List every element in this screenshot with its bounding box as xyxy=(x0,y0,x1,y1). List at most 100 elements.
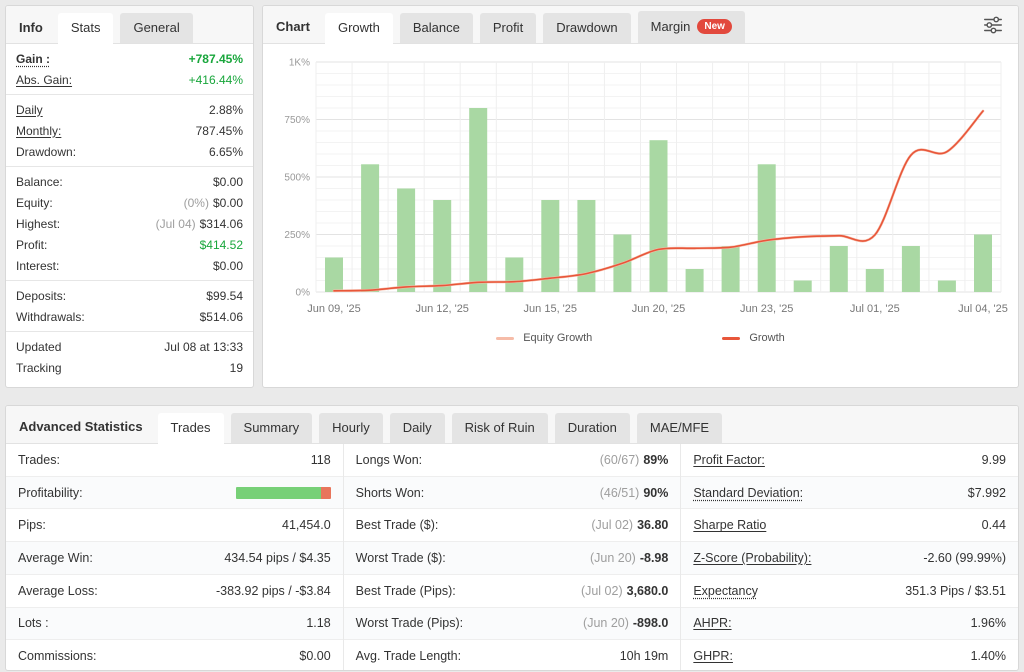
chart-bar[interactable] xyxy=(722,246,740,292)
stat-label-z-score-probability[interactable]: Z-Score (Probability): xyxy=(693,551,811,565)
chart-bar[interactable] xyxy=(974,235,992,293)
tab-duration-label: Duration xyxy=(568,421,617,434)
svg-text:Jun 12, '25: Jun 12, '25 xyxy=(415,303,468,315)
tab-daily-label: Daily xyxy=(403,421,432,434)
tab-balance[interactable]: Balance xyxy=(400,13,473,43)
tab-hourly-label: Hourly xyxy=(332,421,370,434)
chart-legend: Equity Growth Growth xyxy=(270,332,1011,344)
stat-label-daily[interactable]: Daily xyxy=(16,103,43,117)
svg-text:Jun 23, '25: Jun 23, '25 xyxy=(740,303,793,315)
stat-row-avg-trade-length: Avg. Trade Length:10h 19m xyxy=(344,639,681,671)
legend-growth[interactable]: Growth xyxy=(722,332,784,344)
stat-row-trades: Trades:118 xyxy=(6,444,343,476)
chart-bar[interactable] xyxy=(866,269,884,292)
svg-text:750%: 750% xyxy=(284,115,310,126)
stat-row-lots: Lots :1.18 xyxy=(6,607,343,640)
tab-summary[interactable]: Summary xyxy=(231,413,313,443)
growth-swatch xyxy=(722,337,740,340)
stat-value-z-score-probability: -2.60 (99.99%) xyxy=(923,551,1006,565)
stat-label-equity: Equity: xyxy=(16,196,53,210)
stat-label-pips: Pips: xyxy=(18,518,46,532)
tab-info[interactable]: Info xyxy=(14,13,51,43)
growth-chart[interactable]: 0%250%500%750%1K%Jun 09, '25Jun 12, '25J… xyxy=(270,49,1011,325)
stat-label-ahpr[interactable]: AHPR: xyxy=(693,616,731,630)
stat-label-updated: Updated xyxy=(16,340,61,354)
stat-row-commissions: Commissions:$0.00 xyxy=(6,639,343,671)
stat-value-worst-trade: (Jun 20)-8.98 xyxy=(590,551,668,565)
tab-drawdown[interactable]: Drawdown xyxy=(543,13,630,43)
stat-label-abs-gain[interactable]: Abs. Gain: xyxy=(16,73,72,87)
stat-row-abs-gain: Abs. Gain: +416.44% xyxy=(6,69,253,90)
svg-text:Jul 04, '25: Jul 04, '25 xyxy=(958,303,1008,315)
stat-row-best-trade: Best Trade ($):(Jul 02)36.80 xyxy=(344,508,681,541)
stat-value-balance: $0.00 xyxy=(213,175,243,189)
chart-bar[interactable] xyxy=(830,246,848,292)
stat-value-ahpr: 1.96% xyxy=(971,616,1006,630)
profitability-win-segment xyxy=(236,487,322,499)
tab-growth[interactable]: Growth xyxy=(325,13,393,44)
chart-bar[interactable] xyxy=(505,258,523,293)
tab-profit-label: Profit xyxy=(493,21,523,34)
tab-duration[interactable]: Duration xyxy=(555,413,630,443)
stat-label-ghpr[interactable]: GHPR: xyxy=(693,649,733,663)
stat-value-interest: $0.00 xyxy=(213,259,243,273)
legend-equity-growth[interactable]: Equity Growth xyxy=(496,332,592,344)
stat-row-profit: Profit:$414.52 xyxy=(6,234,253,255)
chart-bar[interactable] xyxy=(325,258,343,293)
chart-settings-icon[interactable] xyxy=(982,14,1004,36)
chart-bar[interactable] xyxy=(361,164,379,292)
group-divider xyxy=(6,166,253,167)
tab-hourly[interactable]: Hourly xyxy=(319,413,383,443)
stat-label-monthly[interactable]: Monthly: xyxy=(16,124,61,138)
tab-mae-mfe[interactable]: MAE/MFE xyxy=(637,413,722,443)
tab-general[interactable]: General xyxy=(120,13,192,43)
stat-row-gain: Gain :+787.45% xyxy=(6,48,253,69)
stat-label-expectancy[interactable]: Expectancy xyxy=(693,584,758,598)
stat-label-profit-factor[interactable]: Profit Factor: xyxy=(693,453,765,467)
tab-profit[interactable]: Profit xyxy=(480,13,536,43)
statistics-panel: Advanced Statistics TradesSummary Hourly D… xyxy=(5,405,1019,671)
stat-label-trades: Trades: xyxy=(18,453,60,467)
svg-text:250%: 250% xyxy=(284,230,310,241)
tab-risk-of-ruin[interactable]: Risk of Ruin xyxy=(452,413,548,443)
tab-trades[interactable]: Trades xyxy=(158,413,224,444)
stat-label-highest: Highest: xyxy=(16,217,60,231)
chart-bar[interactable] xyxy=(686,269,704,292)
chart-bar[interactable] xyxy=(938,281,956,293)
chart-bar[interactable] xyxy=(758,164,776,292)
stats-column-2: Longs Won:(60/67)89%Shorts Won:(46/51)90… xyxy=(343,444,681,671)
chart-bar[interactable] xyxy=(397,189,415,293)
tab-margin[interactable]: MarginNew xyxy=(638,11,745,43)
chart-bar[interactable] xyxy=(469,108,487,292)
tab-margin-label: Margin xyxy=(651,20,691,33)
chart-bar[interactable] xyxy=(794,281,812,293)
legend-growth-label: Growth xyxy=(749,332,784,344)
stat-row-tracking: Tracking19 xyxy=(6,357,253,378)
stat-value-daily: 2.88% xyxy=(209,103,243,117)
stat-label-worst-trade: Worst Trade ($): xyxy=(356,551,446,565)
chart-bar[interactable] xyxy=(577,200,595,292)
stat-value-abs-gain: +416.44% xyxy=(189,73,243,87)
tab-general-label: General xyxy=(133,21,179,34)
stat-value-prefix: (Jul 02) xyxy=(591,518,633,532)
stat-label-standard-deviation[interactable]: Standard Deviation: xyxy=(693,486,803,500)
stat-label-balance: Balance: xyxy=(16,175,63,189)
statistics-tabbar: Advanced Statistics TradesSummary Hourly D… xyxy=(6,406,1018,444)
stat-label-profitability: Profitability: xyxy=(18,486,83,500)
summary-stats-list: Gain :+787.45% Abs. Gain: +416.44% Daily 2.8… xyxy=(6,44,253,378)
stat-label-gain[interactable]: Gain : xyxy=(16,52,50,66)
stat-label-shorts-won: Shorts Won: xyxy=(356,486,425,500)
chart-bar[interactable] xyxy=(433,200,451,292)
tab-risk-of-ruin-label: Risk of Ruin xyxy=(465,421,535,434)
stat-value-standard-deviation: $7.992 xyxy=(968,486,1006,500)
stat-label-sharpe-ratio[interactable]: Sharpe Ratio xyxy=(693,518,766,532)
statistics-panel-title: Advanced Statistics xyxy=(14,412,151,443)
tab-mae-mfe-label: MAE/MFE xyxy=(650,421,709,434)
stat-row-monthly: Monthly:787.45% xyxy=(6,120,253,141)
chart-bar[interactable] xyxy=(650,140,668,292)
tab-daily[interactable]: Daily xyxy=(390,413,445,443)
stat-row-equity: Equity:(0%)$0.00 xyxy=(6,192,253,213)
stat-label-tracking: Tracking xyxy=(16,361,62,375)
chart-bar[interactable] xyxy=(902,246,920,292)
tab-stats[interactable]: Stats xyxy=(58,13,114,44)
